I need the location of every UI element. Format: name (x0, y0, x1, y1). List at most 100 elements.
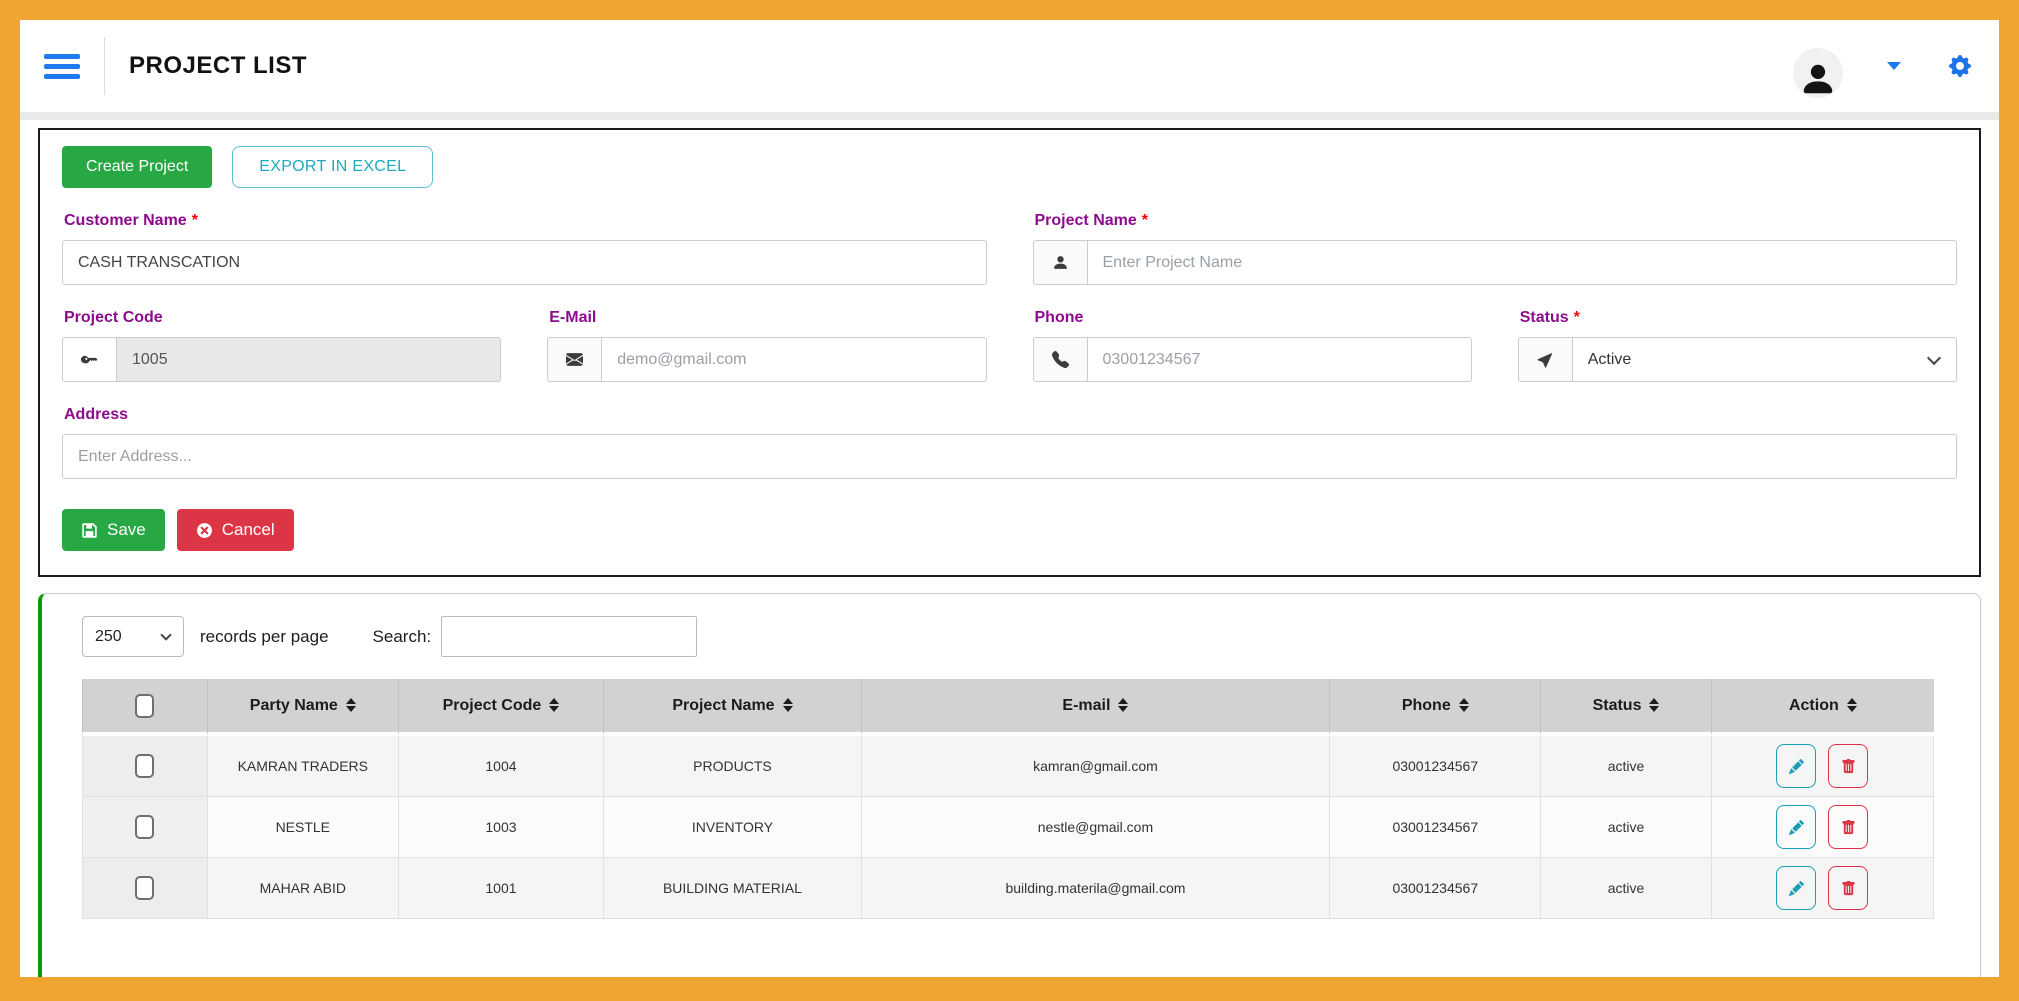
key-icon (62, 337, 116, 382)
delete-button[interactable] (1828, 744, 1868, 788)
edit-button[interactable] (1776, 744, 1816, 788)
page-size-select[interactable]: 250 (82, 616, 184, 657)
phone-cell: 03001234567 (1330, 797, 1541, 858)
address-label: Address (64, 406, 1957, 424)
project-name-group: Project Name* (1033, 188, 1958, 285)
sort-icon (1459, 698, 1469, 712)
email-input[interactable] (601, 337, 986, 382)
edit-button[interactable] (1776, 866, 1816, 910)
pencil-icon (1789, 820, 1804, 835)
person-icon (1799, 60, 1837, 98)
column-header-project-code[interactable]: Project Code (399, 679, 605, 736)
save-button[interactable]: Save (62, 509, 165, 551)
phone-label: Phone (1035, 309, 1472, 327)
pencil-icon (1789, 881, 1804, 896)
status-label: Status* (1520, 309, 1957, 327)
project-name-cell: INVENTORY (604, 797, 861, 858)
project-name-label: Project Name* (1035, 212, 1958, 230)
send-icon (1518, 337, 1572, 382)
row-select-cell (82, 858, 208, 919)
address-group: Address (62, 382, 1957, 479)
required-mark: * (192, 212, 198, 229)
sort-icon (1847, 698, 1857, 712)
status-cell: active (1541, 858, 1711, 919)
cancel-icon (196, 522, 213, 539)
project-name-cell: PRODUCTS (604, 736, 861, 797)
project-code-cell: 1003 (399, 797, 605, 858)
edit-button[interactable] (1776, 805, 1816, 849)
customer-name-input[interactable] (62, 240, 987, 285)
sort-icon (549, 698, 559, 712)
phone-cell: 03001234567 (1330, 736, 1541, 797)
caret-down-icon[interactable] (1887, 62, 1901, 70)
export-excel-button[interactable]: EXPORT IN EXCEL (232, 146, 433, 188)
column-header-action[interactable]: Action (1712, 679, 1934, 736)
party-name-cell: NESTLE (208, 797, 399, 858)
pencil-icon (1789, 759, 1804, 774)
save-button-label: Save (107, 520, 146, 540)
project-code-label: Project Code (64, 309, 501, 327)
delete-button[interactable] (1828, 805, 1868, 849)
customer-name-group: Customer Name* (62, 188, 987, 285)
email-cell: building.materila@gmail.com (862, 858, 1331, 919)
row-checkbox[interactable] (135, 815, 154, 839)
status-select[interactable]: Active (1572, 337, 1957, 382)
person-icon (1033, 240, 1087, 285)
gear-icon[interactable] (1949, 55, 1971, 77)
page-title: PROJECT LIST (129, 52, 307, 80)
projects-table: Party Name Project Code Project Name E-m… (82, 679, 1934, 919)
phone-cell: 03001234567 (1330, 858, 1541, 919)
email-cell: kamran@gmail.com (862, 736, 1331, 797)
column-header-email[interactable]: E-mail (862, 679, 1331, 736)
select-all-header[interactable] (82, 679, 208, 736)
row-select-cell (82, 736, 208, 797)
column-header-project-name[interactable]: Project Name (604, 679, 861, 736)
delete-button[interactable] (1828, 866, 1868, 910)
phone-input[interactable] (1087, 337, 1472, 382)
table-header-row: Party Name Project Code Project Name E-m… (82, 679, 1934, 736)
action-cell (1712, 736, 1934, 797)
project-name-input[interactable] (1087, 240, 1958, 285)
trash-icon (1841, 820, 1856, 835)
create-project-button[interactable]: Create Project (62, 146, 212, 188)
cancel-button[interactable]: Cancel (177, 509, 294, 551)
action-cell (1712, 797, 1934, 858)
row-checkbox[interactable] (135, 754, 154, 778)
form-actions: Save Cancel (62, 509, 1957, 551)
cancel-button-label: Cancel (222, 520, 275, 540)
sort-icon (1649, 698, 1659, 712)
header-separator-band (20, 112, 1999, 120)
address-input[interactable] (62, 434, 1957, 479)
envelope-icon (547, 337, 601, 382)
sort-icon (346, 698, 356, 712)
phone-icon (1033, 337, 1087, 382)
column-header-status[interactable]: Status (1541, 679, 1711, 736)
save-icon (81, 522, 98, 539)
search-input[interactable] (441, 616, 697, 657)
main-content: Create Project EXPORT IN EXCEL Customer … (20, 120, 1999, 977)
column-header-party-name[interactable]: Party Name (208, 679, 399, 736)
action-cell (1712, 858, 1934, 919)
email-label: E-Mail (549, 309, 986, 327)
form-toolbar: Create Project EXPORT IN EXCEL (62, 146, 1957, 188)
email-group: E-Mail (547, 285, 986, 382)
topbar-right (1793, 34, 1971, 98)
project-form-card: Create Project EXPORT IN EXCEL Customer … (38, 128, 1981, 577)
column-header-phone[interactable]: Phone (1330, 679, 1541, 736)
trash-icon (1841, 881, 1856, 896)
project-code-cell: 1001 (399, 858, 605, 919)
search-label: Search: (373, 627, 432, 647)
select-all-checkbox[interactable] (135, 694, 154, 718)
project-code-input (116, 337, 501, 382)
status-cell: active (1541, 797, 1711, 858)
project-code-group: Project Code (62, 285, 501, 382)
row-checkbox[interactable] (135, 876, 154, 900)
form-grid: Customer Name* Project Name* Project Cod… (62, 188, 1957, 479)
status-cell: active (1541, 736, 1711, 797)
party-name-cell: MAHAR ABID (208, 858, 399, 919)
app-window: PROJECT LIST Create Project EXPORT IN EX… (20, 20, 1999, 977)
avatar[interactable] (1793, 48, 1843, 98)
menu-icon[interactable] (44, 54, 80, 79)
header-divider (104, 37, 105, 95)
project-name-cell: BUILDING MATERIAL (604, 858, 861, 919)
